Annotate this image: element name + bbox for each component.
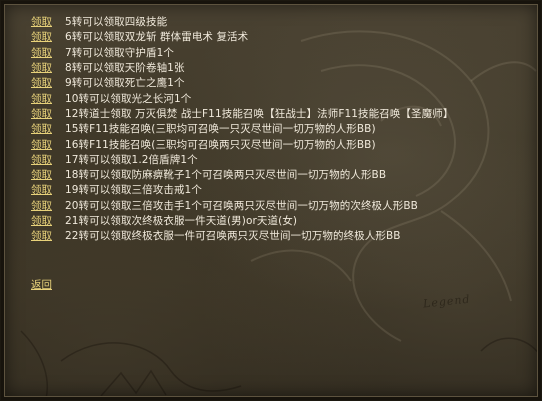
list-item: 领取 6转可以领取双龙斩 群体雷电术 复活术: [31, 30, 531, 45]
npc-dialog-panel: 领取 5转可以领取四级技能 领取 6转可以领取双龙斩 群体雷电术 复活术 领取 …: [0, 0, 542, 401]
legend-watermark: Legend: [422, 292, 472, 311]
reward-description: 15转F11技能召唤(三职均可召唤一只灭尽世间一切万物的人形BB): [65, 123, 376, 136]
back-link[interactable]: 返回: [31, 277, 52, 292]
claim-link[interactable]: 领取: [31, 153, 65, 168]
list-item: 领取 22转可以领取终极衣服一件可召唤两只灭尽世间一切万物的终极人形BB: [31, 229, 531, 244]
claim-link[interactable]: 领取: [31, 92, 65, 107]
claim-link[interactable]: 领取: [31, 15, 65, 30]
claim-link[interactable]: 领取: [31, 229, 65, 244]
claim-link[interactable]: 领取: [31, 214, 65, 229]
claim-link[interactable]: 领取: [31, 122, 65, 137]
list-item: 领取 15转F11技能召唤(三职均可召唤一只灭尽世间一切万物的人形BB): [31, 122, 531, 137]
claim-link[interactable]: 领取: [31, 46, 65, 61]
list-item: 领取 17转可以领取1.2倍盾牌1个: [31, 153, 531, 168]
claim-link[interactable]: 领取: [31, 138, 65, 153]
reward-description: 6转可以领取双龙斩 群体雷电术 复活术: [65, 31, 249, 44]
reward-description: 17转可以领取1.2倍盾牌1个: [65, 153, 198, 166]
list-item: 领取 12转道士领取 万灭俱焚 战士F11技能召唤【狂战士】法师F11技能召唤【…: [31, 107, 531, 122]
claim-link[interactable]: 领取: [31, 168, 65, 183]
list-item: 领取 8转可以领取天阶卷轴1张: [31, 61, 531, 76]
list-item: 领取 16转F11技能召唤(三职均可召唤两只灭尽世间一切万物的人形BB): [31, 137, 531, 152]
reward-description: 16转F11技能召唤(三职均可召唤两只灭尽世间一切万物的人形BB): [65, 138, 376, 151]
reward-description: 20转可以领取三倍攻击手1个可召唤两只灭尽世间一切万物的次终极人形BB: [65, 199, 418, 212]
list-item: 领取 20转可以领取三倍攻击手1个可召唤两只灭尽世间一切万物的次终极人形BB: [31, 199, 531, 214]
list-item: 领取 18转可以领取防麻痹靴子1个可召唤两只灭尽世间一切万物的人形BB: [31, 168, 531, 183]
reward-description: 5转可以领取四级技能: [65, 16, 168, 29]
claim-link[interactable]: 领取: [31, 76, 65, 91]
reward-description: 8转可以领取天阶卷轴1张: [65, 62, 185, 75]
reward-description: 19转可以领取三倍攻击戒1个: [65, 184, 202, 197]
reward-description: 21转可以领取次终极衣服一件天道(男)or天道(女): [65, 215, 298, 227]
reward-description: 18转可以领取防麻痹靴子1个可召唤两只灭尽世间一切万物的人形BB: [65, 169, 387, 182]
claim-link[interactable]: 领取: [31, 61, 65, 76]
claim-link[interactable]: 领取: [31, 183, 65, 198]
reward-description: 10转可以领取光之长河1个: [65, 92, 192, 105]
claim-link[interactable]: 领取: [31, 30, 65, 45]
reward-description: 22转可以领取终极衣服一件可召唤两只灭尽世间一切万物的终极人形BB: [65, 230, 401, 243]
list-item: 领取 10转可以领取光之长河1个: [31, 91, 531, 106]
list-item: 领取 9转可以领取死亡之鹰1个: [31, 76, 531, 91]
claim-link[interactable]: 领取: [31, 199, 65, 214]
list-item: 领取 21转可以领取次终极衣服一件天道(男)or天道(女): [31, 214, 531, 229]
claim-link[interactable]: 领取: [31, 107, 65, 122]
reward-description: 7转可以领取守护盾1个: [65, 46, 174, 59]
reward-description: 9转可以领取死亡之鹰1个: [65, 77, 185, 90]
list-item: 领取 7转可以领取守护盾1个: [31, 46, 531, 61]
reward-description: 12转道士领取 万灭俱焚 战士F11技能召唤【狂战士】法师F11技能召唤【圣魔师…: [65, 107, 454, 120]
list-item: 领取 19转可以领取三倍攻击戒1个: [31, 183, 531, 198]
list-item: 领取 5转可以领取四级技能: [31, 15, 531, 30]
reward-list: 领取 5转可以领取四级技能 领取 6转可以领取双龙斩 群体雷电术 复活术 领取 …: [31, 15, 531, 244]
